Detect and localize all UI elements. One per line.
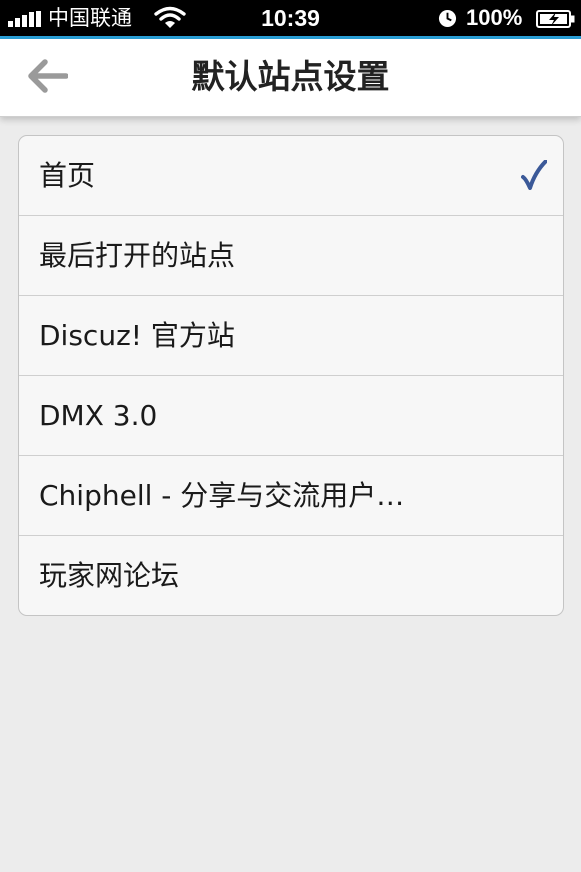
status-bar: 中国联通 10:39 100%: [0, 0, 581, 36]
list-item[interactable]: DMX 3.0: [19, 375, 563, 455]
page-title: 默认站点设置: [191, 57, 390, 96]
list-item[interactable]: Discuz! 官方站: [19, 295, 563, 375]
list-item-label: 最后打开的站点: [39, 239, 236, 272]
navigation-bar: 默认站点设置: [0, 39, 581, 117]
list-item-label: Discuz! 官方站: [39, 319, 235, 352]
checkmark-icon: [521, 160, 547, 190]
list-item-label: 玩家网论坛: [39, 559, 180, 592]
list-item[interactable]: 玩家网论坛: [19, 535, 563, 615]
list-item[interactable]: Chiphell - 分享与交流用户…: [19, 455, 563, 535]
site-list: 首页 最后打开的站点 Discuz! 官方站 DMX 3.0 Chiphell …: [18, 135, 564, 616]
alarm-clock-icon: [438, 9, 457, 28]
battery-percentage: 100%: [466, 5, 523, 30]
battery-charging-icon: [536, 10, 575, 28]
back-arrow-icon[interactable]: [26, 57, 68, 95]
list-item-label: Chiphell - 分享与交流用户…: [39, 479, 405, 512]
list-item[interactable]: 首页: [19, 136, 563, 215]
list-item-label: DMX 3.0: [39, 399, 158, 432]
list-item[interactable]: 最后打开的站点: [19, 215, 563, 295]
list-item-label: 首页: [39, 159, 96, 192]
